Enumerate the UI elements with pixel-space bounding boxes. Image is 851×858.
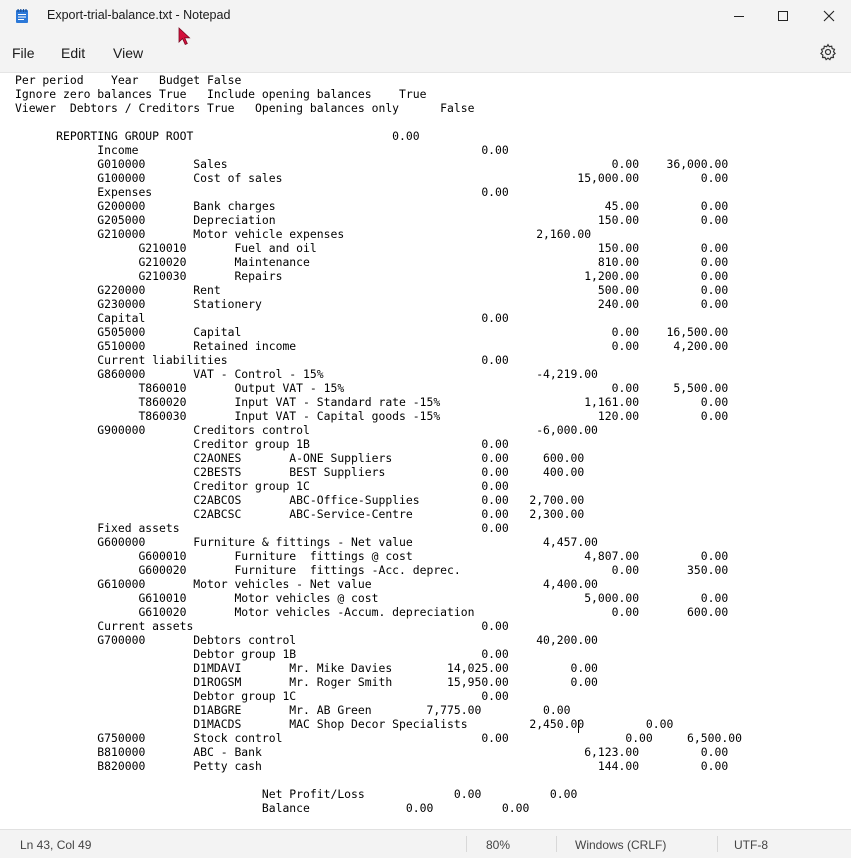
- text-line: Fixed assets 0.00: [15, 521, 509, 535]
- text-line: G610010 Motor vehicles @ cost 5,000.00 0…: [15, 591, 729, 605]
- menu-view[interactable]: View: [113, 45, 143, 61]
- text-line: D1MACDS MAC Shop Decor Specialists 2,450…: [15, 717, 674, 731]
- text-line: C2ABCSC ABC-Service-Centre 0.00 2,300.00: [15, 507, 585, 521]
- text-line: T860030 Input VAT - Capital goods -15% 1…: [15, 409, 729, 423]
- text-line: Net Profit/Loss 0.00 0.00: [15, 787, 578, 801]
- maximize-button[interactable]: [760, 0, 806, 32]
- text-line: Viewer Debtors / Creditors True Opening …: [15, 101, 475, 115]
- text-line: B820000 Petty cash 144.00 0.00: [15, 759, 729, 773]
- text-line: G610000 Motor vehicles - Net value 4,400…: [15, 577, 598, 591]
- close-button[interactable]: [806, 0, 851, 32]
- text-line: G210010 Fuel and oil 150.00 0.00: [15, 241, 729, 255]
- status-position: Ln 43, Col 49: [20, 838, 92, 852]
- text-line: [15, 115, 742, 129]
- text-line: Income 0.00: [15, 143, 509, 157]
- text-line: G510000 Retained income 0.00 4,200.00: [15, 339, 729, 353]
- status-zoom: 80%: [486, 838, 511, 852]
- text-line: T860010 Output VAT - 15% 0.00 5,500.00: [15, 381, 729, 395]
- text-line: Debtor group 1C 0.00: [15, 689, 509, 703]
- gear-icon[interactable]: [819, 43, 837, 61]
- menu-edit[interactable]: Edit: [61, 45, 85, 61]
- text-line: Creditor group 1B 0.00: [15, 437, 509, 451]
- text-line: C2AONES A-ONE Suppliers 0.00 600.00: [15, 451, 585, 465]
- text-line: C2ABCOS ABC-Office-Supplies 0.00 2,700.0…: [15, 493, 585, 507]
- text-line: G210000 Motor vehicle expenses 2,160.00: [15, 227, 592, 241]
- text-line: G900000 Creditors control -6,000.00: [15, 423, 598, 437]
- text-line: G230000 Stationery 240.00 0.00: [15, 297, 729, 311]
- status-line-ending: Windows (CRLF): [575, 838, 667, 852]
- menu-bar: File Edit View: [0, 32, 851, 72]
- text-line: G205000 Depreciation 150.00 0.00: [15, 213, 729, 227]
- text-line: Creditor group 1C 0.00: [15, 479, 509, 493]
- status-divider: [466, 836, 467, 852]
- text-line: Per period Year Budget False: [15, 73, 242, 87]
- text-line: Current assets 0.00: [15, 619, 509, 633]
- text-editor-area[interactable]: Per period Year Budget False Ignore zero …: [0, 72, 851, 829]
- title-bar[interactable]: Export-trial-balance.txt - Notepad: [0, 0, 851, 32]
- text-line: Capital 0.00: [15, 311, 509, 325]
- status-bar: Ln 43, Col 49 80% Windows (CRLF) UTF-8: [0, 829, 851, 858]
- text-line: Current liabilities 0.00: [15, 353, 509, 367]
- close-icon: [823, 10, 835, 22]
- text-line: G610020 Motor vehicles -Accum. depreciat…: [15, 605, 729, 619]
- text-line: D1ABGRE Mr. AB Green 7,775.00 0.00: [15, 703, 571, 717]
- text-line: D1ROGSM Mr. Roger Smith 15,950.00 0.00: [15, 675, 598, 689]
- text-line: Debtor group 1B 0.00: [15, 647, 509, 661]
- text-line: Ignore zero balances True Include openin…: [15, 87, 427, 101]
- menu-file[interactable]: File: [12, 45, 35, 61]
- status-divider: [556, 836, 557, 852]
- notepad-icon: [16, 9, 28, 23]
- text-line: G600020 Furniture fittings -Acc. deprec.…: [15, 563, 729, 577]
- text-line: D1MDAVI Mr. Mike Davies 14,025.00 0.00: [15, 661, 598, 675]
- text-caret: [578, 720, 579, 733]
- text-line: G505000 Capital 0.00 16,500.00: [15, 325, 729, 339]
- status-encoding: UTF-8: [734, 838, 768, 852]
- text-line: B810000 ABC - Bank 6,123.00 0.00: [15, 745, 729, 759]
- text-line: Balance 0.00 0.00: [15, 801, 530, 815]
- text-line: G210020 Maintenance 810.00 0.00: [15, 255, 729, 269]
- text-line: G600000 Furniture & fittings - Net value…: [15, 535, 598, 549]
- text-line: [15, 773, 742, 787]
- text-line: Expenses 0.00: [15, 185, 509, 199]
- text-line: G220000 Rent 500.00 0.00: [15, 283, 729, 297]
- status-divider: [717, 836, 718, 852]
- text-line: C2BESTS BEST Suppliers 0.00 400.00: [15, 465, 585, 479]
- text-line: G700000 Debtors control 40,200.00: [15, 633, 598, 647]
- text-line: G600010 Furniture fittings @ cost 4,807.…: [15, 549, 729, 563]
- minimize-button[interactable]: [716, 0, 762, 32]
- minimize-icon: [734, 16, 744, 17]
- text-line: G010000 Sales 0.00 36,000.00: [15, 157, 729, 171]
- text-line: T860020 Input VAT - Standard rate -15% 1…: [15, 395, 729, 409]
- window-title: Export-trial-balance.txt - Notepad: [47, 8, 231, 22]
- text-line: G750000 Stock control 0.00 0.00 6,500.00: [15, 731, 742, 745]
- text-line: G200000 Bank charges 45.00 0.00: [15, 199, 729, 213]
- text-line: REPORTING GROUP ROOT 0.00: [15, 129, 420, 143]
- mouse-pointer-icon: [178, 27, 191, 46]
- text-line: G210030 Repairs 1,200.00 0.00: [15, 269, 729, 283]
- text-line: G860000 VAT - Control - 15% -4,219.00: [15, 367, 598, 381]
- document-text: Per period Year Budget False Ignore zero …: [15, 73, 742, 815]
- text-line: G100000 Cost of sales 15,000.00 0.00: [15, 171, 729, 185]
- maximize-icon: [778, 11, 788, 21]
